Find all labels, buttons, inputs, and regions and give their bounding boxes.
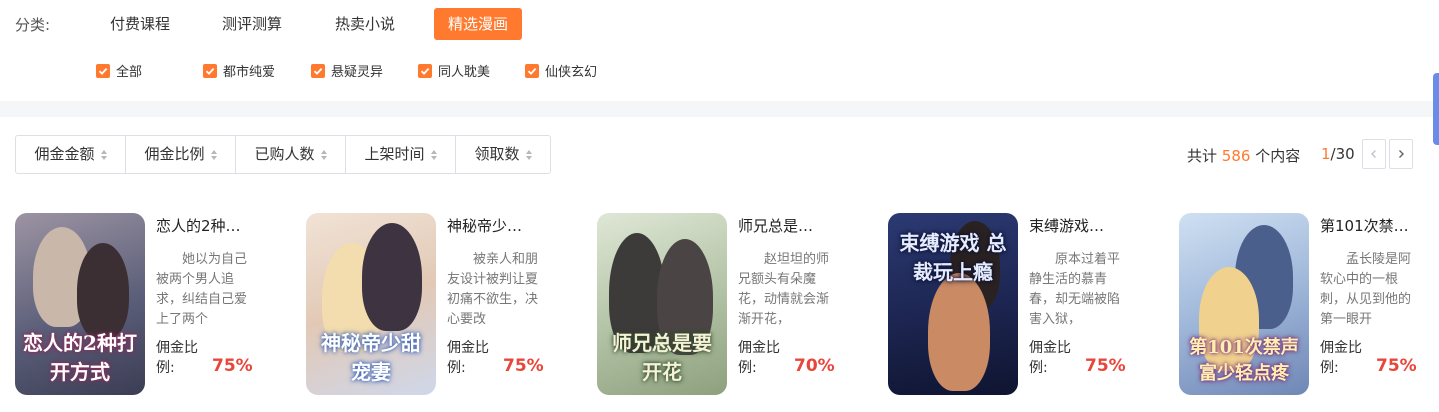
sort-commission-amount[interactable]: 佣金金额 (16, 136, 126, 173)
checkbox-checked-icon (96, 63, 110, 78)
comic-title[interactable]: 恋人的2种… (156, 215, 276, 236)
sort-arrows-icon (320, 149, 327, 160)
sort-listing-time[interactable]: 上架时间 (346, 136, 456, 173)
checkbox-checked-icon (203, 63, 217, 78)
sort-label: 上架时间 (364, 145, 425, 163)
sort-commission-rate[interactable]: 佣金比例 (126, 136, 236, 173)
filter-label: 仙侠玄幻 (545, 65, 598, 80)
comic-info: 神秘帝少… 被亲人和朋友设计被判让夏初痛不欲生，决心要改 佣金比例: 75% (447, 213, 576, 397)
comic-info: 束缚游戏… 原本过着平静生活的慕青春，却无端被陷害入狱， 佣金比例: 75% (1029, 213, 1158, 397)
checkbox-checked-icon (525, 63, 539, 78)
section-divider (0, 101, 1439, 117)
sort-bar: 佣金金额 佣金比例 已购人数 上架时间 领取数 (15, 135, 551, 174)
comic-cover[interactable]: 第101次禁声 富少轻点疼 (1179, 213, 1309, 395)
checkbox-checked-icon (418, 63, 432, 78)
sort-buyers[interactable]: 已购人数 (236, 136, 346, 173)
commission-rate-label: 佣金比例: (447, 340, 489, 376)
filter-label: 都市纯爱 (223, 65, 276, 80)
commission-rate-value: 75% (503, 356, 544, 376)
comic-title[interactable]: 师兄总是… (738, 215, 858, 236)
comic-description: 她以为自己被两个男人追求，纠结自己爱上了两个 (156, 252, 247, 327)
commission-rate-value: 75% (1376, 356, 1417, 376)
cover-title: 神秘帝少甜宠妻 (321, 331, 421, 384)
commission-rate-label: 佣金比例: (738, 340, 780, 376)
comic-description: 赵坦坦的师兄额头有朵魔花，动情就会渐渐开花， (738, 252, 829, 327)
comic-cover[interactable]: 束缚游戏 总裁玩上瘾 (888, 213, 1018, 395)
comic-description: 孟长陵是阿软心中的一根刺，从见到他的第一眼开 (1320, 252, 1411, 327)
checkbox-checked-icon (311, 63, 325, 78)
cover-title: 束缚游戏 总裁玩上瘾 (899, 231, 1007, 284)
cover-title: 恋人的2种打开方式 (23, 331, 137, 384)
commission-rate-value: 75% (212, 356, 253, 376)
page-indicator: 1/30 (1321, 145, 1355, 163)
sort-label: 佣金比例 (144, 145, 205, 163)
filter-label: 同人耽美 (438, 65, 491, 80)
sort-label: 领取数 (474, 145, 520, 163)
tab-selected-comics[interactable]: 精选漫画 (434, 8, 523, 40)
filter-fan-bl-checkbox[interactable]: 同人耽美 (418, 61, 490, 80)
filter-label: 悬疑灵异 (331, 65, 384, 80)
comic-cover[interactable]: 神秘帝少甜宠妻 (306, 213, 436, 395)
comic-info: 第101次禁… 孟长陵是阿软心中的一根刺，从见到他的第一眼开 佣金比例: 75% (1320, 213, 1439, 397)
comic-title[interactable]: 第101次禁… (1320, 215, 1439, 236)
tab-assessments[interactable]: 测评测算 (208, 8, 296, 40)
page: 分类: 付费课程 测评测算 热卖小说 精选漫画 全部 都市纯爱 悬疑灵异 同人耽… (0, 0, 1439, 412)
sort-arrows-icon (525, 149, 532, 160)
commission-rate-value: 70% (794, 356, 835, 376)
filter-label: 全部 (116, 65, 143, 80)
sort-arrows-icon (210, 149, 217, 160)
category-row: 分类: 付费课程 测评测算 热卖小说 精选漫画 (0, 6, 1439, 42)
comic-card[interactable]: 恋人的2种打开方式 恋人的2种… 她以为自己被两个男人追求，纠结自己爱上了两个 … (15, 213, 285, 397)
comic-title[interactable]: 神秘帝少… (447, 215, 567, 236)
comic-card[interactable]: 第101次禁声 富少轻点疼 第101次禁… 孟长陵是阿软心中的一根刺，从见到他的… (1179, 213, 1439, 397)
filter-xianxia-checkbox[interactable]: 仙侠玄幻 (525, 61, 597, 80)
cover-title: 第101次禁声 富少轻点疼 (1189, 337, 1299, 384)
cover-title: 师兄总是要开花 (612, 331, 712, 384)
total-count: 共计 586 个内容 (1187, 147, 1301, 165)
commission-rate-label: 佣金比例: (1320, 340, 1362, 376)
chevron-left-icon (1371, 150, 1376, 158)
tab-hot-novels[interactable]: 热卖小说 (321, 8, 409, 40)
sort-arrows-icon (430, 149, 437, 160)
total-number: 586 (1221, 147, 1251, 165)
comic-info: 师兄总是… 赵坦坦的师兄额头有朵魔花，动情就会渐渐开花， 佣金比例: 70% (738, 213, 867, 397)
sort-arrows-icon (100, 149, 107, 160)
sort-label: 已购人数 (254, 145, 315, 163)
comic-cover[interactable]: 师兄总是要开花 (597, 213, 727, 395)
filter-suspense-checkbox[interactable]: 悬疑灵异 (311, 61, 383, 80)
total-pages: /30 (1330, 145, 1355, 163)
filter-urban-romance-checkbox[interactable]: 都市纯爱 (203, 61, 275, 80)
side-float-tab[interactable] (1433, 73, 1439, 145)
chevron-right-icon (1399, 150, 1404, 158)
prev-page-button[interactable] (1362, 139, 1386, 169)
comic-card[interactable]: 神秘帝少甜宠妻 神秘帝少… 被亲人和朋友设计被判让夏初痛不欲生，决心要改 佣金比… (306, 213, 576, 397)
sort-label: 佣金金额 (34, 145, 95, 163)
genre-filter-row: 全部 都市纯爱 悬疑灵异 同人耽美 仙侠玄幻 (0, 58, 1439, 80)
comic-card[interactable]: 师兄总是要开花 师兄总是… 赵坦坦的师兄额头有朵魔花，动情就会渐渐开花， 佣金比… (597, 213, 867, 397)
commission-rate-label: 佣金比例: (1029, 340, 1071, 376)
comic-description: 原本过着平静生活的慕青春，却无端被陷害入狱， (1029, 252, 1120, 327)
commission-rate-label: 佣金比例: (156, 340, 198, 376)
sort-claims[interactable]: 领取数 (456, 136, 550, 173)
comic-info: 恋人的2种… 她以为自己被两个男人追求，纠结自己爱上了两个 佣金比例: 75% (156, 213, 285, 397)
commission-rate-value: 75% (1085, 356, 1126, 376)
comic-cover[interactable]: 恋人的2种打开方式 (15, 213, 145, 395)
tab-paid-courses[interactable]: 付费课程 (96, 8, 184, 40)
next-page-button[interactable] (1389, 139, 1413, 169)
comic-description: 被亲人和朋友设计被判让夏初痛不欲生，决心要改 (447, 252, 538, 327)
comic-list: 恋人的2种打开方式 恋人的2种… 她以为自己被两个男人追求，纠结自己爱上了两个 … (0, 213, 1439, 397)
current-page: 1 (1321, 145, 1331, 163)
comic-card[interactable]: 束缚游戏 总裁玩上瘾 束缚游戏… 原本过着平静生活的慕青春，却无端被陷害入狱， … (888, 213, 1158, 397)
comic-title[interactable]: 束缚游戏… (1029, 215, 1149, 236)
filter-all-checkbox[interactable]: 全部 (96, 61, 142, 80)
category-label: 分类: (15, 16, 51, 34)
